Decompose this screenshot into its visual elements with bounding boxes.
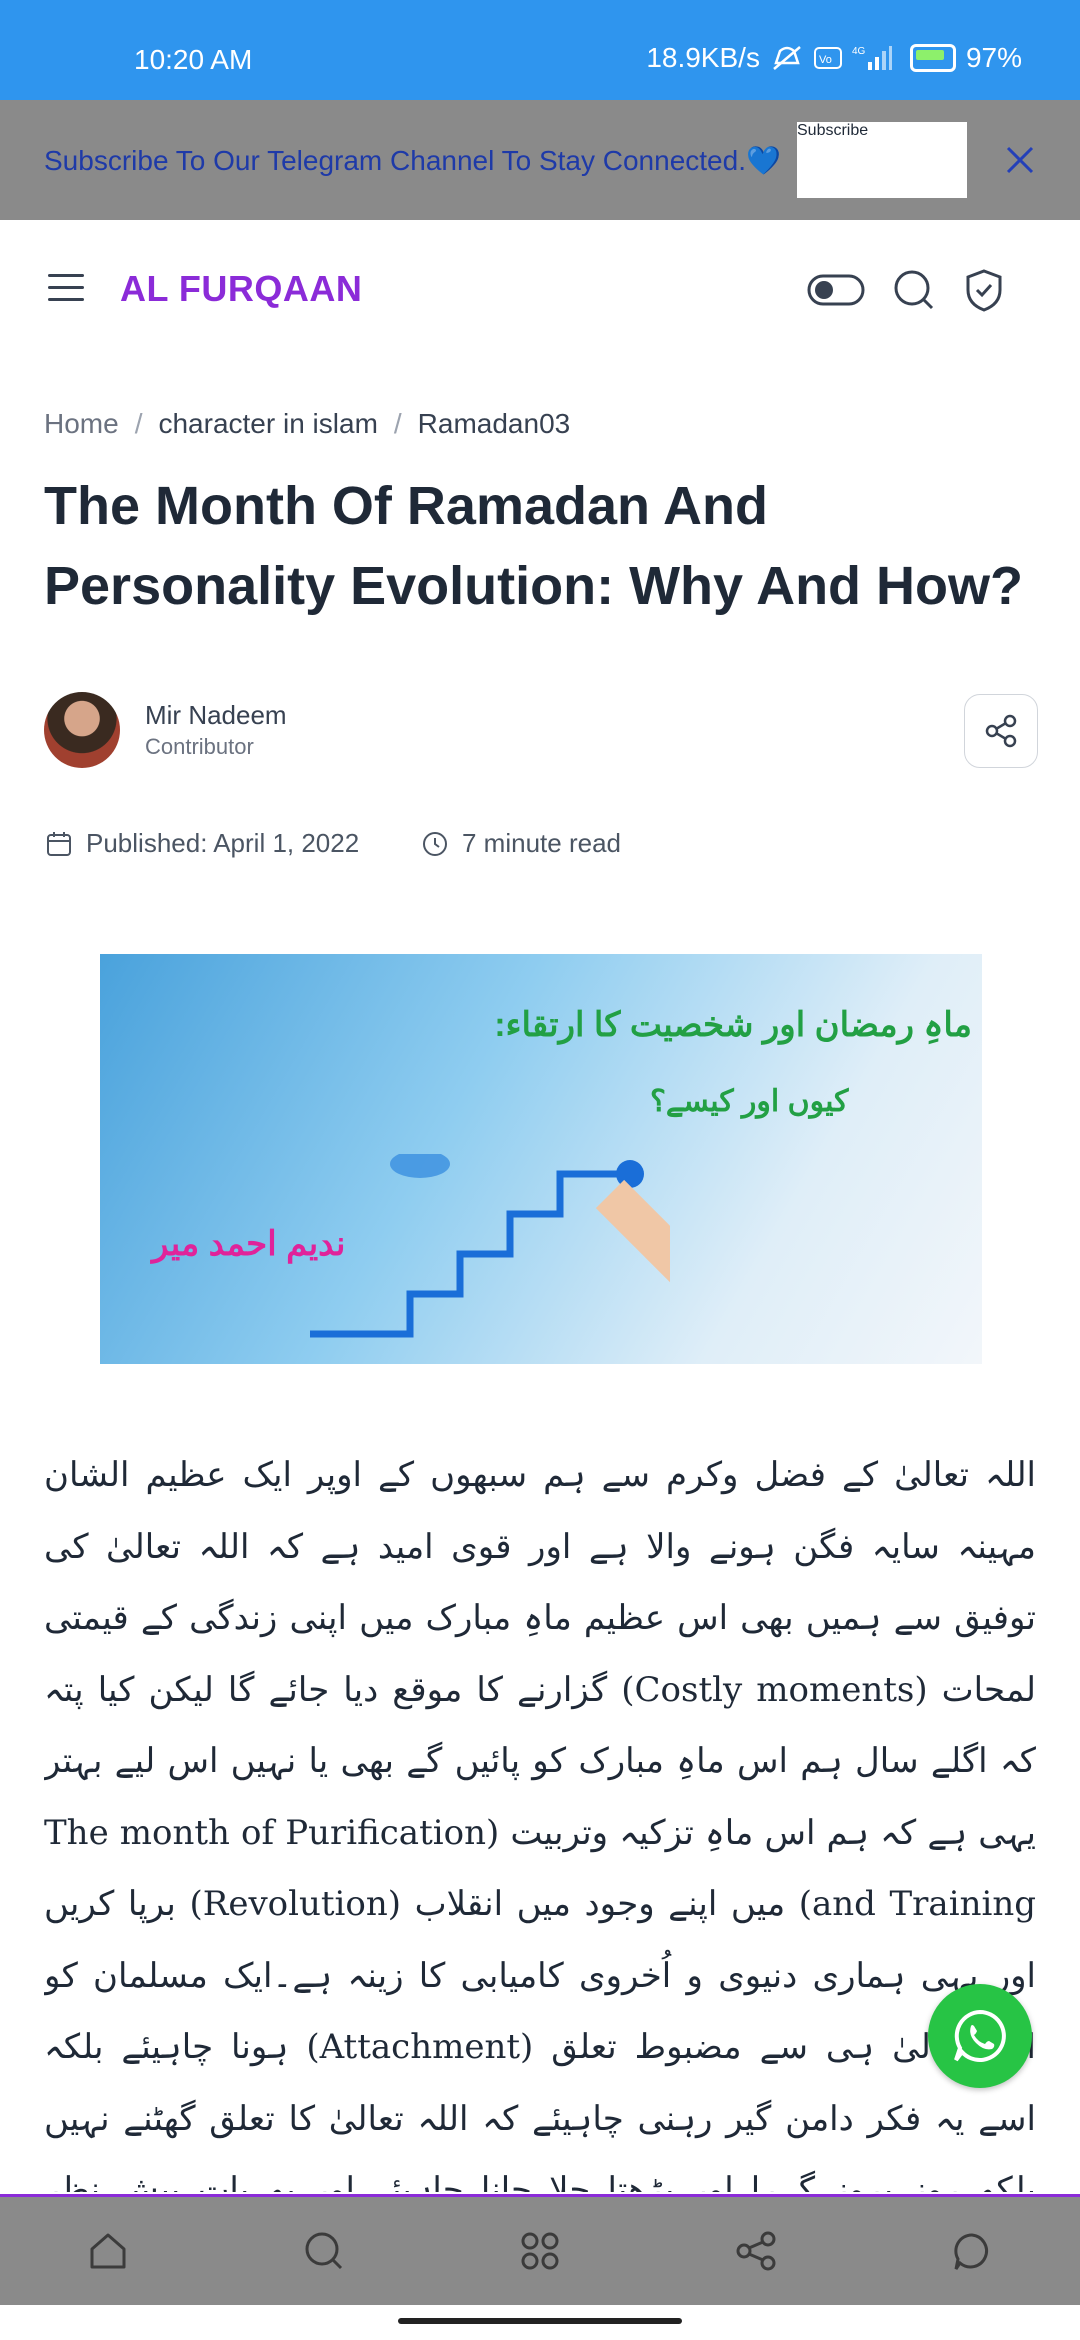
share-icon[interactable] (732, 2227, 780, 2275)
stairs-illustration (310, 1154, 670, 1338)
clock-icon (423, 831, 447, 856)
read-time-meta: 7 minute read (420, 828, 621, 859)
share-button[interactable] (964, 694, 1038, 768)
whatsapp-button[interactable] (928, 1984, 1032, 2088)
mute-icon (773, 46, 801, 70)
breadcrumb: Home / character in islam / Ramadan03 (44, 408, 570, 440)
published-meta: Published: April 1, 2022 (44, 828, 359, 859)
system-home-indicator[interactable] (398, 2318, 682, 2324)
published-date: Published: April 1, 2022 (86, 828, 360, 858)
hero-urdu-title-line2: کیوں اور کیسے؟ (650, 1085, 849, 1118)
signal-icon: 4G (852, 46, 892, 70)
home-icon[interactable] (84, 2227, 132, 2275)
categories-icon[interactable] (516, 2227, 564, 2275)
battery-percent: 97% (965, 42, 1022, 73)
article-hero-image: ماہِ رمضان اور شخصیت کا ارتقاء: کیوں اور… (100, 954, 982, 1364)
article-body-paragraph: اللہ تعالیٰ کے فضل وکرم سے ہم سبھوں کے ا… (44, 1455, 1036, 2192)
article-title: The Month Of Ramadan And Personality Evo… (44, 476, 1024, 616)
chat-icon[interactable] (948, 2227, 996, 2275)
close-icon[interactable] (1000, 140, 1040, 180)
bottom-navigation (0, 2194, 1080, 2305)
network-speed: 18.9KB/s (646, 42, 760, 73)
status-indicators: 18.9KB/s Vo 4G 97% (646, 42, 1022, 74)
promo-text: Subscribe To Our Telegram Channel To Sta… (44, 145, 781, 176)
calendar-icon (47, 831, 71, 856)
site-logo[interactable]: AL FURQAAN (120, 268, 362, 310)
status-bar: 10:20 AM 18.9KB/s Vo 4G 97% (0, 0, 1080, 100)
subscribe-button[interactable]: Subscribe (797, 122, 967, 198)
breadcrumb-current: Ramadan03 (417, 408, 571, 439)
breadcrumb-home[interactable]: Home (44, 408, 119, 439)
read-time: 7 minute read (462, 828, 621, 858)
share-icon (985, 714, 1017, 748)
volte-icon: Vo (813, 47, 842, 69)
battery-icon (909, 44, 956, 72)
theme-toggle-icon[interactable] (806, 266, 866, 314)
breadcrumb-separator: / (393, 408, 402, 439)
breadcrumb-separator: / (134, 408, 143, 439)
status-time: 10:20 AM (134, 44, 253, 75)
menu-icon[interactable] (48, 274, 84, 302)
site-header: AL FURQAAN (0, 220, 1080, 370)
svg-text:4G: 4G (852, 46, 866, 57)
shield-check-icon[interactable] (960, 266, 1008, 314)
breadcrumb-category[interactable]: character in islam (158, 408, 377, 439)
article-body: اللہ تعالیٰ کے فضل وکرم سے ہم سبھوں کے ا… (44, 1440, 1036, 2192)
svg-text:Vo: Vo (819, 54, 832, 66)
search-icon[interactable] (300, 2227, 348, 2275)
author-avatar[interactable] (44, 692, 120, 768)
search-icon[interactable] (890, 266, 938, 314)
hero-urdu-title-line1: ماہِ رمضان اور شخصیت کا ارتقاء: (494, 1006, 972, 1044)
whatsapp-icon (954, 2009, 1006, 2062)
hero-urdu-author: ندیم احمد میر (152, 1225, 346, 1263)
author-role: Contributor (145, 734, 254, 759)
author-name[interactable]: Mir Nadeem (145, 700, 287, 731)
